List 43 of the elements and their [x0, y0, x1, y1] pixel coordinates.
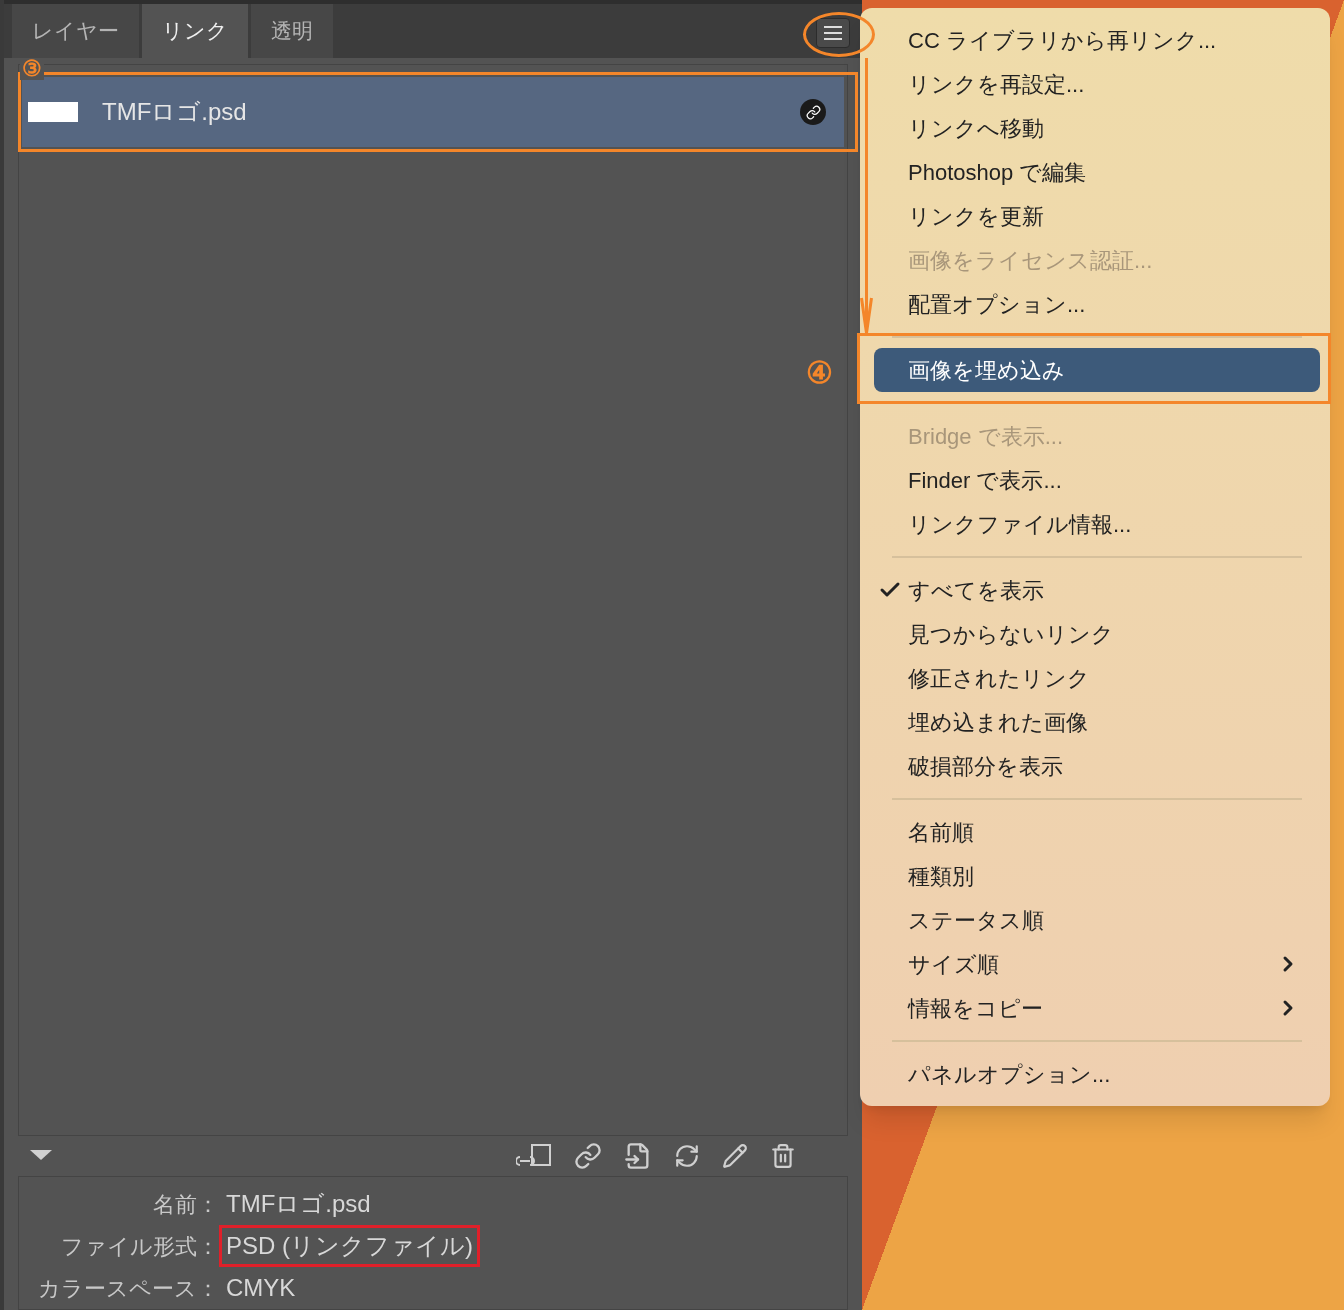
- info-value: PSD (リンクファイル): [219, 1225, 480, 1267]
- menu-item[interactable]: すべてを表示: [874, 568, 1320, 612]
- info-value: CMYK: [225, 1273, 297, 1303]
- pencil-icon[interactable]: [722, 1143, 748, 1170]
- link-row[interactable]: TMFロゴ.psd: [22, 77, 844, 147]
- collapse-triangle-icon[interactable]: [30, 1150, 52, 1163]
- menu-item[interactable]: 修正されたリンク: [874, 656, 1320, 700]
- step-marker: ③: [20, 58, 44, 80]
- info-label: 名前：: [152, 1190, 219, 1219]
- menu-item[interactable]: 画像を埋め込み: [874, 348, 1320, 392]
- menu-item[interactable]: リンクを更新: [874, 194, 1320, 238]
- panel-tab[interactable]: 透明: [251, 4, 333, 58]
- import-file-icon[interactable]: [624, 1142, 652, 1171]
- menu-icon[interactable]: [816, 18, 850, 48]
- menu-item[interactable]: 見つからないリンク: [874, 612, 1320, 656]
- menu-item[interactable]: リンクファイル情報...: [874, 502, 1320, 546]
- menu-item[interactable]: 種類別: [874, 854, 1320, 898]
- menu-item[interactable]: 配置オプション...: [874, 282, 1320, 326]
- info-label: ファイル形式：: [60, 1232, 219, 1261]
- info-value: TMFロゴ.psd: [225, 1189, 372, 1219]
- thumbnail-placeholder: [28, 102, 78, 122]
- panel-tab[interactable]: リンク: [142, 4, 248, 58]
- menu-item[interactable]: CC ライブラリから再リンク...: [874, 18, 1320, 62]
- annotation-ellipse: [803, 12, 875, 57]
- menu-item[interactable]: 破損部分を表示: [874, 744, 1320, 788]
- menu-item[interactable]: 情報をコピー: [874, 986, 1320, 1030]
- menu-item[interactable]: ステータス順: [874, 898, 1320, 942]
- menu-item[interactable]: Photoshop で編集: [874, 150, 1320, 194]
- panel-tab[interactable]: レイヤー: [12, 4, 139, 58]
- info-label: カラースペース：: [37, 1274, 219, 1303]
- file-name: TMFロゴ.psd: [102, 97, 247, 127]
- step-marker: ④: [806, 355, 833, 391]
- menu-item[interactable]: 名前順: [874, 810, 1320, 854]
- menu-item[interactable]: Finder で表示...: [874, 458, 1320, 502]
- link-icon: [800, 99, 826, 125]
- trash-icon[interactable]: [770, 1143, 796, 1170]
- menu-item[interactable]: リンクへ移動: [874, 106, 1320, 150]
- menu-item[interactable]: 埋め込まれた画像: [874, 700, 1320, 744]
- menu-item[interactable]: パネルオプション...: [874, 1052, 1320, 1096]
- menu-item[interactable]: サイズ順: [874, 942, 1320, 986]
- menu-item[interactable]: リンクを再設定...: [874, 62, 1320, 106]
- link-icon[interactable]: [574, 1142, 602, 1171]
- refresh-icon[interactable]: [674, 1143, 700, 1170]
